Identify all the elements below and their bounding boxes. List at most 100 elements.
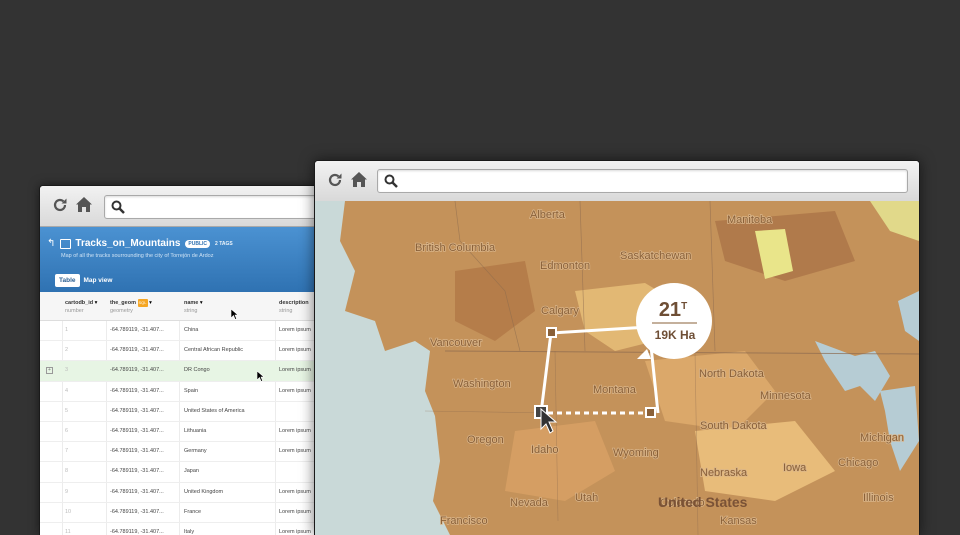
cell-cartodb-id[interactable]: 6 [65,428,68,434]
browser-toolbar [315,161,919,202]
label-idaho: Idaho [531,444,559,456]
column-header-description[interactable]: description string [279,299,309,315]
table-row[interactable]: +3 -64.789119, -31.407... DR Congo Lorem ip… [40,361,340,382]
cell-name[interactable]: Japan [184,468,199,474]
table-row[interactable]: 4 -64.789119, -31.407... Spain Lorem ipsum [40,382,340,402]
table-description[interactable]: Map of all the tracks sourrounding the c… [61,253,213,259]
label-calgary: Calgary [541,305,579,317]
cell-the-geom[interactable]: -64.789119, -31.407... [110,468,164,474]
tab-table[interactable]: Table [55,274,80,287]
measure-count-unit: T [681,301,687,312]
cell-cartodb-id[interactable]: 4 [65,388,68,394]
cell-description[interactable]: Lorem ipsum [279,327,311,333]
cell-name[interactable]: France [184,509,201,515]
privacy-badge[interactable]: PUBLIC [185,239,211,248]
cell-name[interactable]: Spain [184,388,198,394]
cell-the-geom[interactable]: -64.789119, -31.407... [110,367,164,373]
table-row[interactable]: 7 -64.789119, -31.407... Germany Lorem ipsu… [40,442,340,463]
table-row[interactable]: 6 -64.789119, -31.407... Lithuania Lorem ip… [40,422,340,443]
label-wyoming: Wyoming [613,447,659,459]
measure-count: 21 [659,299,681,321]
cell-description[interactable]: Lorem ipsum [279,347,311,353]
measure-vertex-handle[interactable] [645,407,656,418]
cell-name[interactable]: Lithuania [184,428,206,434]
cell-the-geom[interactable]: -64.789119, -31.407... [110,327,164,333]
cell-cartodb-id[interactable]: 8 [65,468,68,474]
view-switcher: Table Map view [55,274,112,287]
cell-description[interactable]: Lorem ipsum [279,428,311,434]
undo-arrow-icon[interactable]: ↰ [47,238,55,249]
table-row[interactable]: 5 -64.789119, -31.407... United States of … [40,402,340,422]
cell-the-geom[interactable]: -64.789119, -31.407... [110,448,164,454]
cell-cartodb-id[interactable]: 7 [65,448,68,454]
label-oregon: Oregon [467,434,504,446]
tab-map-view[interactable]: Map view [84,277,113,284]
table-title[interactable]: Tracks_on_Mountains [75,238,180,249]
cell-description[interactable]: Lorem ipsum [279,509,311,515]
cell-name[interactable]: United States of America [184,408,245,414]
cell-cartodb-id[interactable]: 3 [65,367,68,373]
cell-the-geom[interactable]: -64.789119, -31.407... [110,347,164,353]
cell-the-geom[interactable]: -64.789119, -31.407... [110,428,164,434]
cell-the-geom[interactable]: -64.789119, -31.407... [110,489,164,495]
cell-the-geom[interactable]: -64.789119, -31.407... [110,408,164,414]
label-minnesota: Minnesota [760,390,812,402]
column-header-cartodb-id[interactable]: cartodb_id ▾ number [65,299,97,315]
address-bar[interactable] [377,169,908,193]
table-row[interactable]: 11 -64.789119, -31.407... Italy Lorem ipsum [40,523,340,535]
cell-description[interactable]: Lorem ipsum [279,448,311,454]
label-michigan: Michigan [860,432,904,444]
table-row[interactable]: 1 -64.789119, -31.407... China Lorem ipsum [40,321,340,342]
table-row[interactable]: 2 -64.789119, -31.407... Central African R… [40,341,340,362]
measure-vertex-handle[interactable] [546,327,557,338]
cell-the-geom[interactable]: -64.789119, -31.407... [110,388,164,394]
label-kansas: Kansas [720,515,757,527]
label-north-dakota: North Dakota [699,368,765,380]
cell-the-geom[interactable]: -64.789119, -31.407... [110,509,164,515]
search-icon [384,174,398,188]
label-montana: Montana [593,384,637,396]
label-manitoba: Manitoba [727,214,773,226]
cell-name[interactable]: Germany [184,448,207,454]
column-header-name[interactable]: name ▾ string [184,299,203,315]
reload-icon[interactable] [52,197,68,218]
table-row[interactable]: 8 -64.789119, -31.407... Japan [40,462,340,483]
label-nebraska: Nebraska [700,467,748,479]
label-chicago: Chicago [838,457,878,469]
address-bar[interactable] [104,195,340,219]
title-row: ↰ Tracks_on_Mountains PUBLIC 2 TAGS [47,238,233,249]
label-nevada: Nevada [510,497,549,509]
cell-name[interactable]: Central African Republic [184,347,243,353]
cell-cartodb-id[interactable]: 5 [65,408,68,414]
cell-cartodb-id[interactable]: 9 [65,489,68,495]
label-south-dakota: South Dakota [700,420,768,432]
tags-count[interactable]: 2 TAGS [215,241,233,247]
cell-cartodb-id[interactable]: 1 [65,327,68,333]
home-icon[interactable] [75,196,93,218]
table-row[interactable]: 10 -64.789119, -31.407... France Lorem ipsu… [40,503,340,523]
cell-description[interactable]: Lorem ipsum [279,367,311,373]
home-icon[interactable] [350,171,368,193]
search-icon [111,200,125,214]
map-canvas[interactable]: Alberta Manitoba British Columbia Edmont… [315,201,919,535]
reload-icon[interactable] [327,172,343,193]
cell-cartodb-id[interactable]: 10 [65,509,71,515]
table-column-headers: cartodb_id ▾ number the_geom SQL ▾ geome… [40,292,340,321]
cell-name[interactable]: China [184,327,198,333]
label-iowa: Iowa [783,462,807,474]
table-row[interactable]: 9 -64.789119, -31.407... United Kingdom Lor… [40,483,340,503]
cell-description[interactable]: Lorem ipsum [279,388,311,394]
mouse-pointer-icon [231,309,239,320]
label-utah: Utah [575,492,598,504]
cell-name[interactable]: United Kingdom [184,489,223,495]
table-header: ↰ Tracks_on_Mountains PUBLIC 2 TAGS Map … [40,227,340,292]
column-header-the-geom[interactable]: the_geom SQL ▾ geometry [110,299,152,315]
cell-name[interactable]: DR Congo [184,367,210,373]
label-francisco: Francisco [440,515,488,527]
cell-description[interactable]: Lorem ipsum [279,489,311,495]
label-saskatchewan: Saskatchewan [620,250,692,262]
measure-result-bubble: 21T 19K Ha [636,283,712,359]
row-expand-icon[interactable]: + [46,367,53,375]
table-icon [60,238,72,249]
cell-cartodb-id[interactable]: 2 [65,347,68,353]
